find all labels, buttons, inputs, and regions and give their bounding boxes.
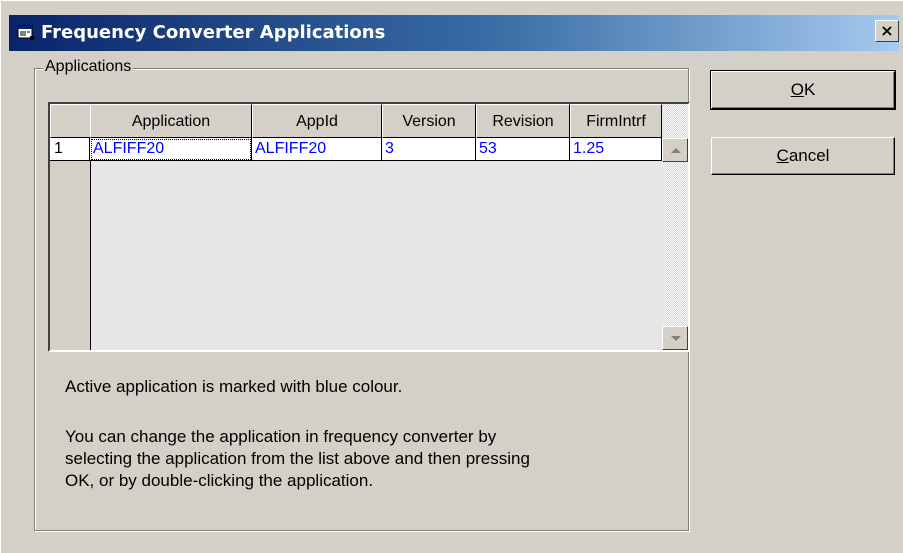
column-header-firmintrf[interactable]: FirmIntrf	[570, 104, 662, 138]
applications-grid[interactable]: Application AppId Version Revision FirmI…	[48, 102, 690, 352]
instructions-line-1: You can change the application in freque…	[65, 427, 497, 446]
ok-button[interactable]: OK	[710, 70, 896, 110]
cancel-accelerator: C	[776, 146, 789, 165]
title-bar[interactable]: Frequency Converter Applications ×	[9, 15, 899, 51]
groupbox-label: Applications	[43, 56, 134, 78]
column-header-version[interactable]: Version	[382, 104, 476, 138]
instructions-line-3: OK, or by double-clicking the applicatio…	[65, 471, 374, 490]
cancel-label: ancel	[788, 146, 830, 165]
ok-label: K	[803, 80, 816, 99]
column-header-revision[interactable]: Revision	[476, 104, 570, 138]
dialog-window: Frequency Converter Applications × Appli…	[0, 0, 903, 553]
ok-accelerator: O	[790, 80, 804, 99]
grid-corner-header	[50, 104, 91, 138]
arrow-up-icon	[671, 148, 681, 153]
column-header-appid[interactable]: AppId	[252, 104, 382, 138]
cell-application[interactable]: ALFIFF20	[90, 138, 252, 161]
close-button[interactable]: ×	[875, 20, 899, 42]
window-app-icon	[17, 25, 34, 40]
cell-version[interactable]: 3	[382, 138, 476, 161]
grid-header-filler	[662, 104, 688, 138]
cell-revision[interactable]: 53	[476, 138, 570, 161]
window-title: Frequency Converter Applications	[41, 22, 386, 43]
instructions-line-2: selecting the application from the list …	[65, 449, 530, 468]
arrow-down-icon	[671, 336, 681, 341]
active-application-note: Active application is marked with blue c…	[65, 377, 403, 396]
cell-firmintrf[interactable]: 1.25	[570, 138, 662, 161]
column-header-application[interactable]: Application	[90, 104, 252, 138]
cell-appid[interactable]: ALFIFF20	[252, 138, 382, 161]
cancel-button[interactable]: Cancel	[711, 137, 895, 175]
scroll-up-button[interactable]	[662, 138, 688, 162]
row-number[interactable]: 1	[50, 138, 90, 161]
vertical-scrollbar[interactable]	[662, 138, 688, 350]
close-icon: ×	[880, 21, 894, 40]
scroll-down-button[interactable]	[662, 326, 688, 350]
